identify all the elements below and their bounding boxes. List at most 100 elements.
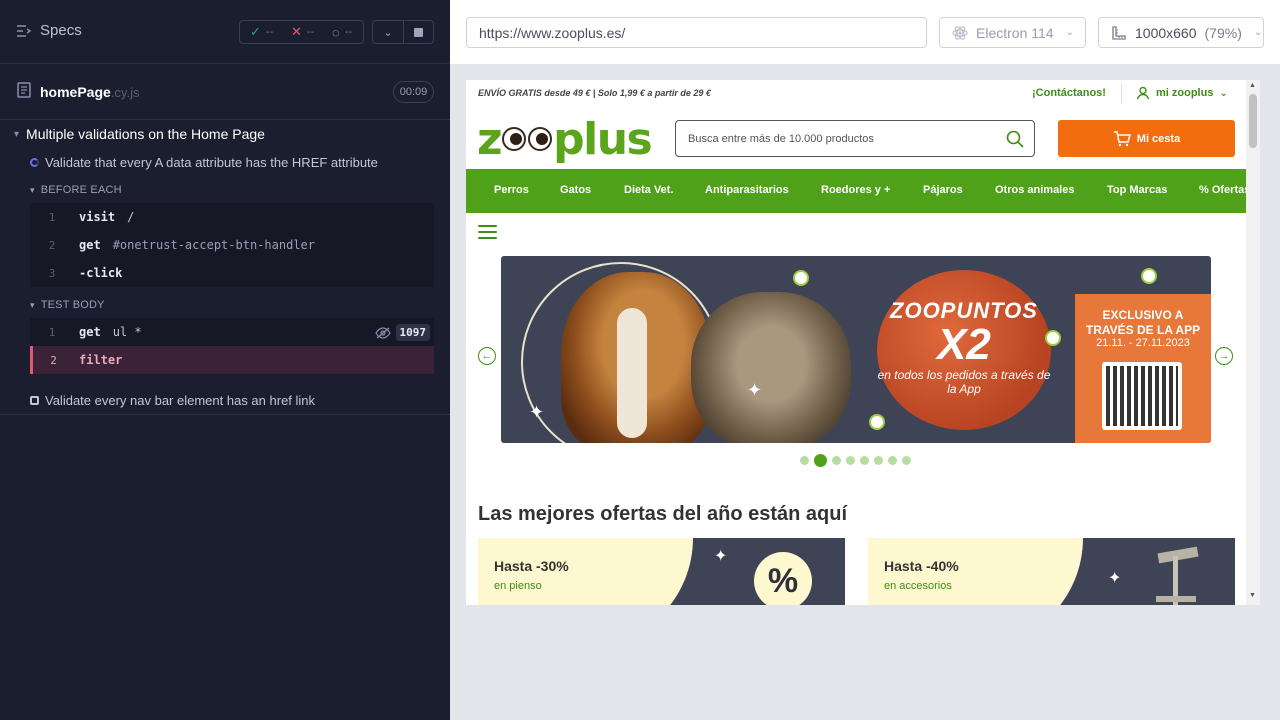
paw-icon (869, 414, 885, 430)
chevron-down-icon: ▾ (30, 299, 35, 310)
search-input[interactable]: Busca entre más de 10.000 productos (675, 120, 1035, 157)
eye-slash-icon (374, 326, 391, 339)
stop-icon (413, 27, 423, 37)
url-field[interactable]: https://www.zooplus.es/ (466, 17, 927, 48)
nav-item-top-marcas[interactable]: Top Marcas (1107, 184, 1167, 196)
hamburger-menu-icon[interactable] (478, 225, 497, 243)
before-each-commands: 1 visit / 2 get #onetrust-accept-btn-han… (30, 203, 434, 287)
ruler-icon (1112, 25, 1126, 40)
collapse-button[interactable]: ⌄ (373, 21, 403, 43)
aut-header: https://www.zooplus.es/ Electron 114 ⌄ 1… (450, 0, 1280, 64)
main-nav: Perros Gatos Dieta Vet. Antiparasitarios… (466, 169, 1250, 213)
nav-item-dieta-vet[interactable]: Dieta Vet. (624, 184, 674, 196)
carousel-dot[interactable] (832, 456, 841, 465)
cat-image (691, 292, 851, 443)
search-icon[interactable] (1006, 130, 1024, 148)
test-title-running[interactable]: Validate that every A data attribute has… (30, 155, 378, 170)
page-scrollbar[interactable]: ▲ ▼ (1246, 80, 1260, 605)
before-each-hook[interactable]: ▾ BEFORE EACH (30, 184, 122, 196)
nav-item-perros[interactable]: Perros (494, 184, 529, 196)
suite-title[interactable]: ▾ Multiple validations on the Home Page (14, 126, 265, 142)
arrow-right-icon: → (1218, 350, 1230, 362)
carousel-dots (800, 454, 911, 467)
test-body-commands: 1 get ul * 1097 2 filter (30, 318, 434, 374)
offer-title: Hasta -40% (884, 558, 959, 574)
arrow-left-icon: ← (481, 350, 493, 362)
failed-stat: ✕ -- (291, 24, 315, 39)
nav-item-pajaros[interactable]: Pájaros (923, 184, 963, 196)
command-row[interactable]: 3 -click (30, 259, 434, 287)
aut-iframe: ENVÍO GRATIS desde 49 € | Solo 1,99 € a … (466, 80, 1260, 605)
carousel-dot[interactable] (888, 456, 897, 465)
command-row[interactable]: 1 visit / (30, 203, 434, 231)
paw-icon (1141, 268, 1157, 284)
element-count-badge: 1097 (374, 324, 430, 341)
scrollbar-thumb[interactable] (1249, 94, 1257, 148)
pending-circle-icon: ◌ (332, 24, 340, 40)
dog-image-blaze (617, 308, 647, 438)
carousel-dot[interactable] (846, 456, 855, 465)
nav-item-otros-animales[interactable]: Otros animales (995, 184, 1074, 196)
cart-button[interactable]: Mi cesta (1058, 120, 1235, 157)
scroll-down-icon[interactable]: ▼ (1249, 592, 1256, 599)
banner-exclusive-text: EXCLUSIVO A TRAVÉS DE LA APP (1085, 308, 1201, 337)
carousel-dot[interactable] (902, 456, 911, 465)
specs-toggle[interactable]: Specs (16, 22, 82, 39)
offer-card[interactable]: Hasta -30% en pienso ✦ % (478, 538, 845, 605)
promo-banner[interactable]: ZOOPUNTOS X2 en todos los pedidos a trav… (501, 256, 1211, 443)
pending-stat: ◌ -- (332, 24, 353, 40)
section-title: Las mejores ofertas del año están aquí (478, 503, 848, 525)
percent-badge: % (754, 552, 812, 605)
command-row-active[interactable]: 2 filter (30, 346, 434, 374)
viewport-selector[interactable]: 1000x660 (79%) ⌄ (1098, 17, 1264, 48)
offer-card[interactable]: Hasta -40% en accesorios ✦ (868, 538, 1235, 605)
command-row[interactable]: 2 get #onetrust-accept-btn-handler (30, 231, 434, 259)
sparkle-icon: ✦ (714, 548, 728, 565)
spec-file-name[interactable]: homePage.cy.js (40, 84, 139, 100)
cart-icon (1113, 130, 1131, 146)
carousel-dot[interactable] (874, 456, 883, 465)
nav-item-ofertas[interactable]: % Ofertas (1199, 184, 1250, 196)
browser-selector[interactable]: Electron 114 ⌄ (939, 17, 1086, 48)
sparkle-icon: ✦ (1108, 570, 1122, 587)
nav-item-roedores[interactable]: Roedores y + (821, 184, 890, 196)
cat-tree-image (1156, 596, 1196, 602)
test-stats: ✓ -- ✕ -- ◌ -- (239, 20, 364, 44)
contact-link[interactable]: ¡Contáctanos! (1032, 87, 1106, 99)
specs-title: Specs (40, 22, 82, 39)
promo-text: ENVÍO GRATIS desde 49 € | Solo 1,99 € a … (478, 88, 711, 98)
zooplus-logo[interactable]: z plus (477, 114, 653, 165)
passed-stat: ✓ -- (250, 24, 274, 39)
carousel-next-button[interactable]: → (1215, 347, 1233, 365)
nav-item-gatos[interactable]: Gatos (560, 184, 591, 196)
specs-list-icon (17, 24, 32, 37)
test-title-pending[interactable]: Validate every nav bar element has an hr… (30, 393, 315, 408)
banner-subtitle: en todos los pedidos a través de la App (877, 368, 1051, 396)
divider (1121, 84, 1122, 104)
chevron-down-icon: ▾ (30, 184, 35, 195)
runner-controls: ⌄ (372, 20, 434, 44)
carousel-dot[interactable] (860, 456, 869, 465)
nav-item-antiparasitarios[interactable]: Antiparasitarios (705, 184, 789, 196)
chevron-down-icon: ⌄ (1065, 27, 1074, 38)
running-spinner-icon (30, 158, 39, 167)
x-icon: ✕ (291, 24, 302, 39)
spec-file-row: homePage.cy.js 00:09 (0, 64, 450, 120)
scroll-up-icon[interactable]: ▲ (1249, 82, 1256, 89)
command-row[interactable]: 1 get ul * 1097 (30, 318, 434, 346)
offer-title: Hasta -30% (494, 558, 569, 574)
banner-dates: 21.11. - 27.11.2023 (1096, 337, 1190, 349)
carousel-prev-button[interactable]: ← (478, 347, 496, 365)
stop-button[interactable] (402, 21, 433, 43)
check-icon: ✓ (250, 24, 261, 39)
cypress-runner-panel: Specs ✓ -- ✕ -- ◌ -- ⌄ homePage.cy.js 00:09… (0, 0, 450, 720)
carousel-dot[interactable] (800, 456, 809, 465)
account-menu[interactable]: mi zooplus ⌄ (1136, 86, 1228, 100)
test-body-hook[interactable]: ▾ TEST BODY (30, 299, 105, 311)
user-icon (1136, 86, 1150, 100)
paw-icon (1045, 330, 1061, 346)
sparkle-icon: ✦ (747, 380, 763, 400)
logo-eye-icon (502, 127, 527, 151)
aut-panel: https://www.zooplus.es/ Electron 114 ⌄ 1… (450, 0, 1280, 720)
carousel-dot[interactable] (814, 454, 827, 467)
